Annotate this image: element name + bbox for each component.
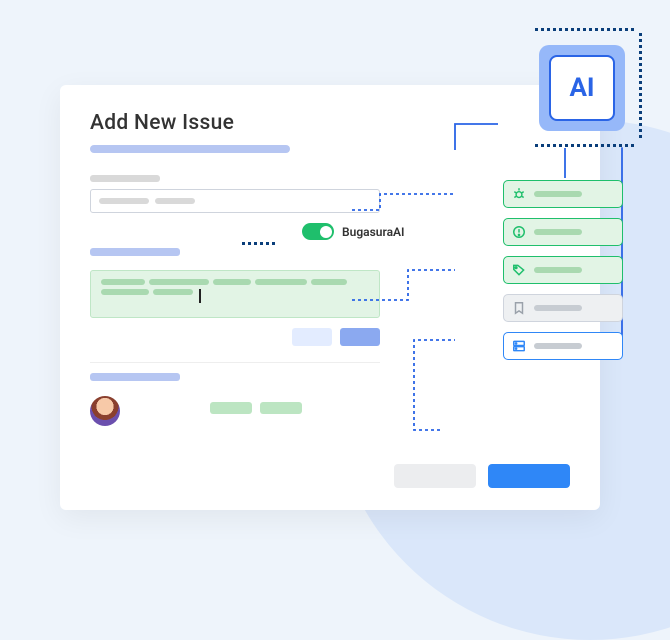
ai-chip: AI xyxy=(527,33,637,143)
alert-circle-icon xyxy=(512,225,526,239)
chip-inner: AI xyxy=(549,55,615,121)
suggestion-pills xyxy=(503,180,623,360)
server-icon xyxy=(512,339,526,353)
pill-text-placeholder xyxy=(534,191,582,197)
pill-server[interactable] xyxy=(503,332,623,360)
pill-bug[interactable] xyxy=(503,180,623,208)
pill-bookmark[interactable] xyxy=(503,294,623,322)
ai-chip-label: AI xyxy=(569,73,594,103)
bug-icon xyxy=(512,187,526,201)
chip-dash-top xyxy=(535,28,635,31)
chip-dash-right xyxy=(639,33,642,141)
pill-text-placeholder xyxy=(534,267,582,273)
pill-text-placeholder xyxy=(534,343,582,349)
pill-tag[interactable] xyxy=(503,256,623,284)
pill-text-placeholder xyxy=(534,305,582,311)
chip-dash-bottom xyxy=(535,144,635,147)
pill-priority[interactable] xyxy=(503,218,623,246)
pill-text-placeholder xyxy=(534,229,582,235)
tag-icon xyxy=(512,263,526,277)
bookmark-icon xyxy=(512,301,526,315)
